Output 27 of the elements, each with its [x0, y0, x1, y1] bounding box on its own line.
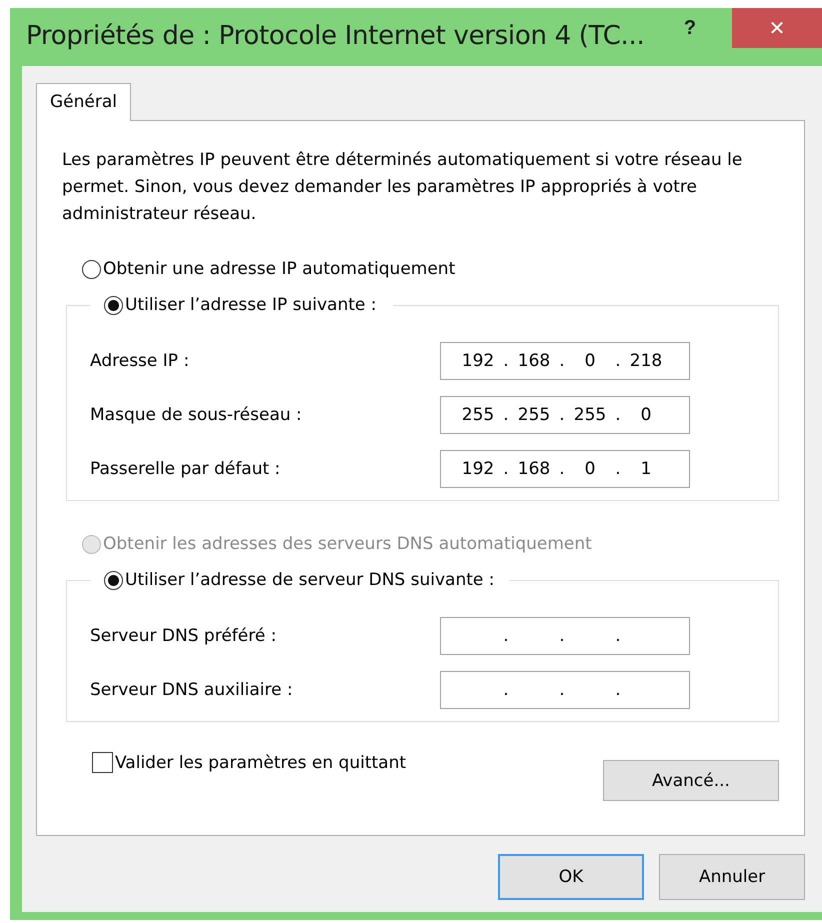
- option-label: Obtenir les adresses des serveurs DNS automatiquement: [103, 534, 592, 554]
- field-label: Adresse IP :: [90, 351, 190, 371]
- help-button[interactable]: ?: [670, 8, 710, 48]
- field-label: Passerelle par défaut :: [90, 459, 282, 479]
- checkbox[interactable]: [92, 752, 113, 773]
- ip-address-field[interactable]: 192 . 168 . 0 . 1: [440, 450, 690, 488]
- field-label: Serveur DNS auxiliaire :: [90, 680, 294, 700]
- radio-button[interactable]: [82, 260, 101, 278]
- close-button[interactable]: ✕: [732, 8, 822, 48]
- checkbox-label: Valider les paramètres en quittant: [115, 752, 406, 772]
- dialog-button[interactable]: OK: [498, 854, 644, 900]
- ip-address-field[interactable]: 192 . 168 . 0 . 218: [440, 342, 690, 380]
- field-label: Serveur DNS préféré :: [90, 626, 278, 646]
- window-title: Propriétés de : Protocole Internet version 4 (TC...: [25, 20, 646, 51]
- option-label: Utiliser l’adresse de serveur DNS suivante :: [125, 570, 494, 590]
- option-label: Obtenir une adresse IP automatiquement: [103, 259, 456, 279]
- radio-button[interactable]: [104, 570, 123, 590]
- tab[interactable]: Général: [36, 83, 131, 121]
- field-label: Masque de sous-réseau :: [90, 405, 303, 425]
- ip-address-field[interactable]: 255 . 255 . 255 . 0: [440, 396, 690, 434]
- radio-button[interactable]: [104, 296, 123, 314]
- description-text: Les paramètres IP peuvent être déterminés automatiquement si votre réseau le permet. Sinon, vous devez demander les paramètres IP appropriés à votre administrateur réseau.: [62, 149, 744, 226]
- option-label: Utiliser l’adresse IP suivante :: [125, 295, 377, 315]
- ip-address-field[interactable]: . . .: [440, 617, 690, 655]
- dialog-button[interactable]: Annuler: [659, 854, 805, 900]
- ip-address-field[interactable]: . . .: [440, 671, 690, 709]
- advanced-button[interactable]: Avancé...: [603, 760, 779, 801]
